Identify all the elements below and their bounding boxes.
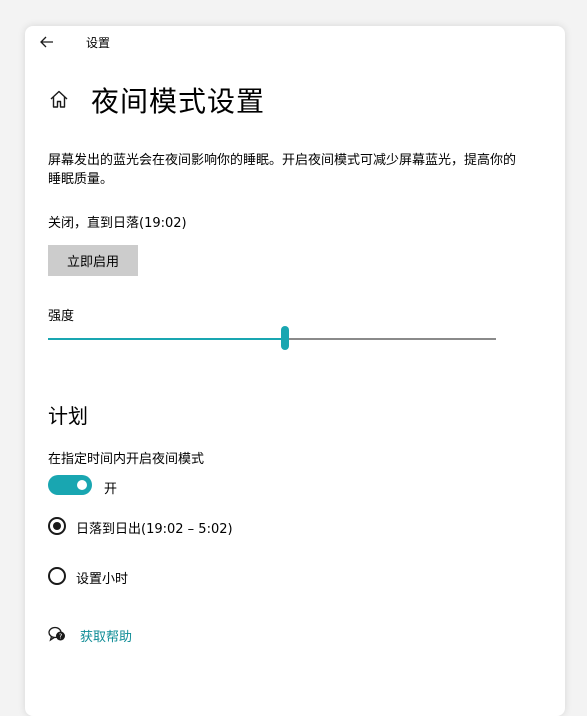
description-text: 屏幕发出的蓝光会在夜间影响你的睡眠。开启夜间模式可减少屏幕蓝光，提高你的睡眠质量… [48, 153, 517, 187]
slider-thumb[interactable] [281, 326, 290, 350]
enable-now-button[interactable]: 立即启用 [48, 245, 138, 276]
settings-window: 设置 夜间模式设置 屏幕发出的蓝光会在夜间影响你的睡眠。开启夜间模式可减少屏幕蓝… [25, 26, 565, 716]
status-text: 关闭，直到日落(19:02) [48, 216, 187, 231]
get-help-link[interactable]: 获取帮助 [80, 626, 132, 645]
window-title: 设置 [86, 36, 111, 50]
radio-set-hours[interactable] [48, 567, 66, 585]
schedule-toggle[interactable] [48, 475, 92, 495]
slider-fill [48, 338, 286, 340]
radio-label-sunset-to-sunrise[interactable]: 日落到日出(19:02 – 5:02) [76, 518, 233, 537]
svg-text:?: ? [59, 633, 63, 641]
back-button[interactable] [37, 32, 57, 52]
toggle-state-text: 开 [104, 482, 118, 497]
strength-label: 强度 [48, 309, 75, 324]
help-chat-icon: ? [48, 626, 65, 642]
schedule-section-title: 计划 [48, 404, 88, 428]
radio-sunset-to-sunrise[interactable] [48, 517, 66, 535]
toggle-knob [77, 480, 87, 490]
strength-slider[interactable] [48, 326, 496, 352]
home-icon [50, 90, 68, 108]
page-title: 夜间模式设置 [91, 85, 266, 118]
schedule-toggle-label: 在指定时间内开启夜间模式 [48, 452, 205, 467]
title-bar: 设置 [25, 26, 565, 56]
radio-label-set-hours[interactable]: 设置小时 [76, 568, 128, 587]
back-arrow-icon [40, 36, 53, 48]
